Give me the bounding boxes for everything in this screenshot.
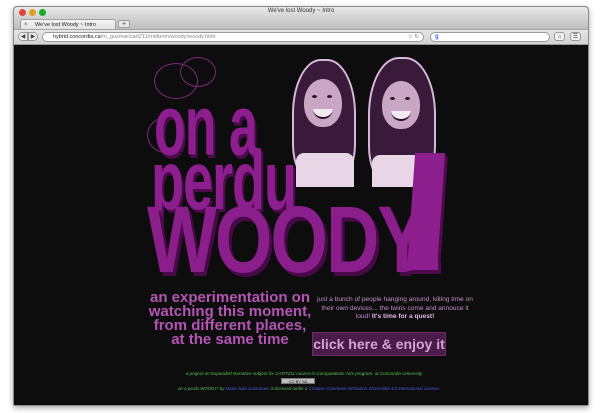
tagline: an experimentation on watching this mome… xyxy=(148,289,312,348)
enter-button[interactable]: click here & enjoy it xyxy=(312,332,446,356)
url-text: hybrid.concordia.ca/m_gusmar/cart211/mid… xyxy=(53,34,215,41)
description-bold: It's time for a quest! xyxy=(371,313,435,320)
page-menu-button[interactable]: ☰ xyxy=(570,32,581,41)
url-path: /m_gusmar/cart211/midterm/woody/woody.ht… xyxy=(100,34,216,40)
page-content: on a perdu WOODY an experimentation on w… xyxy=(14,45,588,405)
twin-left-image xyxy=(286,57,366,187)
license-by: by xyxy=(219,386,225,391)
tab-label: We've lost Woody ~ Intro xyxy=(35,22,96,28)
google-search-icon: g xyxy=(435,34,439,40)
title-woody: WOODY xyxy=(147,186,427,293)
license-notice: on a perdu WOODY! by Maria Julia Guimara… xyxy=(164,386,454,392)
description: just a bunch of people hanging around, k… xyxy=(315,296,475,322)
project-credit: a project on Expanded Narrative subject … xyxy=(185,371,423,376)
home-icon: ⌂ xyxy=(557,34,562,40)
address-bar[interactable]: hybrid.concordia.ca/m_gusmar/cart211/mid… xyxy=(42,32,424,42)
new-tab-button[interactable]: + xyxy=(118,20,130,28)
forward-arrow-icon: ▶ xyxy=(30,34,36,40)
tab-close-icon[interactable]: × xyxy=(24,21,28,29)
browser-window: We've lost Woody ~ Intro × We've lost Wo… xyxy=(13,6,589,406)
window-title: We've lost Woody ~ Intro xyxy=(267,8,335,14)
search-field[interactable]: g xyxy=(430,32,550,42)
license-link[interactable]: Creative Commons Attribution-ShareAlike … xyxy=(309,386,440,391)
author-link[interactable]: Maria Julia Guimaraes xyxy=(226,386,270,391)
license-work: on a perdu WOODY! xyxy=(177,386,219,391)
tab-bar: × We've lost Woody ~ Intro + xyxy=(14,19,588,30)
license-text: is licensed under a xyxy=(270,386,308,391)
bookmark-star-icon[interactable]: ☆ ↻ xyxy=(408,34,419,41)
exclamation-dot xyxy=(408,258,438,270)
back-arrow-icon: ◀ xyxy=(20,34,26,40)
forward-button[interactable]: ▶ xyxy=(28,32,38,41)
home-button[interactable]: ⌂ xyxy=(554,32,565,41)
cc-license-badge[interactable]: CC BY SA xyxy=(281,378,315,384)
tab-intro[interactable]: × We've lost Woody ~ Intro xyxy=(20,19,116,29)
title-bar: We've lost Woody ~ Intro xyxy=(14,7,588,19)
browser-toolbar: ◀ ▶ hybrid.concordia.ca/m_gusmar/cart211… xyxy=(14,30,588,45)
url-host: hybrid.concordia.ca xyxy=(53,34,101,40)
page-menu-icon: ☰ xyxy=(572,34,579,40)
back-button[interactable]: ◀ xyxy=(18,32,28,41)
